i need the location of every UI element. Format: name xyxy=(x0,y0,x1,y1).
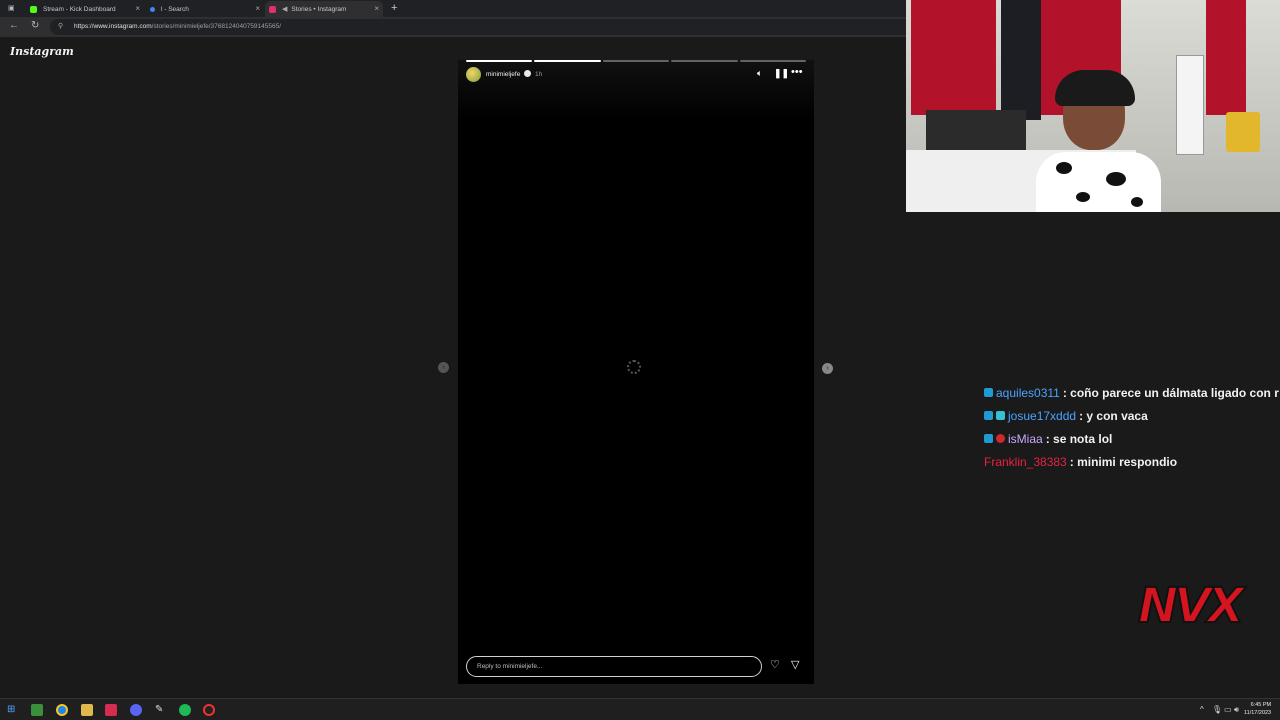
chat-message: josue17xddd: y con vaca xyxy=(984,404,1280,427)
show-hidden-icons-icon[interactable]: ^ xyxy=(1200,705,1204,714)
clock-date: 11/17/2023 xyxy=(1244,710,1272,716)
story-time-ago: 1h xyxy=(535,71,543,78)
webcam-overlay xyxy=(906,0,1280,212)
kick-favicon-icon xyxy=(30,5,37,13)
close-tab-icon[interactable]: × xyxy=(135,4,140,13)
tab-search[interactable]: l - Search × xyxy=(146,1,264,17)
back-arrow-icon[interactable]: ← xyxy=(9,20,19,31)
site-info-icon[interactable]: ⚲ xyxy=(58,22,63,30)
chat-text: : minimi respondio xyxy=(1069,454,1178,469)
taskbar-app-icon[interactable] xyxy=(105,704,117,716)
pause-icon[interactable]: ❚❚ xyxy=(774,68,789,79)
obs-icon[interactable] xyxy=(203,704,215,716)
laundry-basket xyxy=(1226,112,1260,152)
like-heart-icon[interactable]: ♡ xyxy=(770,658,780,671)
progress-segment xyxy=(466,60,533,62)
address-bar[interactable]: ⚲ https://www.instagram.com/stories/mini… xyxy=(50,19,920,35)
streamer xyxy=(1036,70,1161,212)
network-icon[interactable]: ▭ xyxy=(1224,705,1232,714)
share-send-icon[interactable]: ▽ xyxy=(791,658,799,671)
chat-text: : y con vaca xyxy=(1079,408,1148,423)
tab-actions-icon[interactable]: ▣ xyxy=(8,4,15,12)
tab-title: Stream - Kick Dashboard xyxy=(43,5,116,13)
nvx-logo-text: NVX xyxy=(1137,577,1245,635)
url-path: /stories/minimieljefe/376812404075914556… xyxy=(151,23,282,30)
system-clock[interactable]: 6:45 PM 11/17/2023 xyxy=(1244,701,1271,717)
discord-icon[interactable] xyxy=(130,704,142,716)
chat-message: isMiaa: se nota lol xyxy=(984,427,1280,450)
story-username[interactable]: minimieljefe xyxy=(486,71,520,78)
clock-time: 6:45 PM xyxy=(1250,702,1272,708)
chat-message: aquiles0311: coño parece un dálmata liga… xyxy=(984,381,1280,404)
chat-username: isMiaa xyxy=(1008,431,1043,446)
story-viewer: minimieljefe 1h 🔈︎ ❚❚ ••• Reply to minim… xyxy=(458,60,814,684)
verified-badge-icon xyxy=(524,70,531,77)
reply-input[interactable]: Reply to minimieljefe... xyxy=(466,656,762,677)
mute-icon[interactable]: 🔈︎ xyxy=(757,68,762,79)
instagram-logo[interactable]: Instagram xyxy=(10,45,74,58)
tab-title: l - Search xyxy=(161,5,189,13)
nvx-logo: NVX xyxy=(1137,577,1276,636)
url-host: https://www.instagram.com xyxy=(74,23,152,30)
chat-text: : coño parece un dálmata ligado con r xyxy=(1062,385,1279,400)
url-text: https://www.instagram.com/stories/minimi… xyxy=(74,23,281,30)
chat-message: Franklin_38383: minimi respondio xyxy=(984,450,1280,473)
chat-badge-icon xyxy=(996,434,1005,443)
tab-kick-dashboard[interactable]: Stream - Kick Dashboard × xyxy=(26,1,144,17)
chat-username: josue17xddd xyxy=(1008,408,1077,423)
dark-curtain xyxy=(1001,0,1041,120)
progress-segment xyxy=(739,60,807,62)
red-curtain-left xyxy=(911,0,996,115)
more-options-icon[interactable]: ••• xyxy=(791,66,803,78)
cow-print-shirt xyxy=(1036,152,1161,212)
next-story-button[interactable]: › xyxy=(822,363,833,374)
new-tab-button[interactable]: + xyxy=(391,2,397,14)
windows-start-icon[interactable]: ⊞ xyxy=(7,704,19,716)
reload-icon[interactable]: ↻ xyxy=(31,20,39,31)
speaker-icon: ◀ xyxy=(282,6,288,13)
red-curtain-right xyxy=(1206,0,1246,115)
chat-badge-icon xyxy=(996,411,1005,420)
story-progress-bar xyxy=(466,60,807,62)
reply-placeholder: Reply to minimieljefe... xyxy=(477,663,543,670)
chat-badge-icon xyxy=(984,434,993,443)
chat-badge-icon xyxy=(984,411,993,420)
microphone-icon[interactable]: 🎙︎ xyxy=(1212,705,1222,714)
progress-segment xyxy=(602,60,670,62)
tab-title: Stories • Instagram xyxy=(291,5,347,13)
instagram-favicon-icon xyxy=(269,5,276,13)
file-explorer-icon[interactable] xyxy=(81,704,93,716)
volume-icon[interactable]: 🔊︎ xyxy=(1234,705,1239,715)
taskbar-app-icon[interactable] xyxy=(31,704,43,716)
chat-username: aquiles0311 xyxy=(996,385,1060,400)
windows-taskbar: ⊞ ✎ ^ 🎙︎ ▭ 🔊︎ 6:45 PM 11/17/2023 xyxy=(0,698,1280,720)
mirror xyxy=(1176,55,1204,155)
previous-story-button[interactable]: ‹ xyxy=(438,362,449,373)
chat-text: : se nota lol xyxy=(1045,431,1113,446)
tab-instagram-stories[interactable]: ◀ Stories • Instagram × xyxy=(265,1,383,17)
black-beanie xyxy=(1055,70,1135,106)
close-tab-icon[interactable]: × xyxy=(255,4,260,13)
progress-segment xyxy=(671,60,738,62)
loading-spinner-icon xyxy=(627,360,641,374)
progress-segment xyxy=(534,60,601,62)
chat-username: Franklin_38383 xyxy=(984,454,1067,469)
chrome-icon[interactable] xyxy=(56,704,68,716)
close-tab-icon[interactable]: × xyxy=(374,4,379,13)
avatar[interactable] xyxy=(466,67,481,82)
pen-tool-icon[interactable]: ✎ xyxy=(155,704,167,716)
search-favicon-icon xyxy=(150,6,155,12)
spotify-icon[interactable] xyxy=(179,704,191,716)
chat-badge-icon xyxy=(984,388,993,397)
screen: ▣ Stream - Kick Dashboard × l - Search ×… xyxy=(0,0,1280,720)
stream-chat-overlay: aquiles0311: coño parece un dálmata liga… xyxy=(984,381,1280,473)
